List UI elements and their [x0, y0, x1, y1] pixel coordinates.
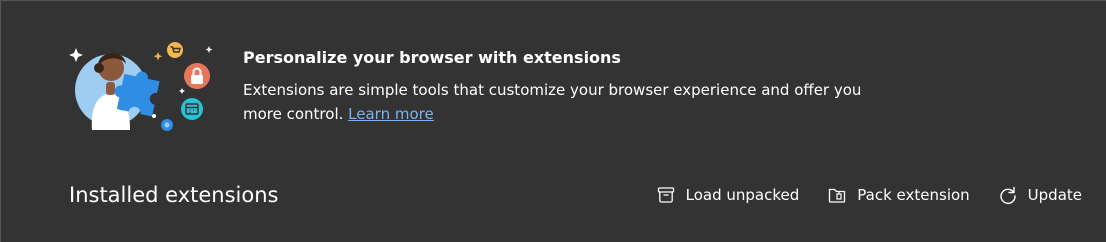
promo-description: Extensions are simple tools that customi… — [243, 78, 903, 126]
promo-description-text: Extensions are simple tools that customi… — [243, 81, 862, 123]
pack-extension-button[interactable]: Pack extension — [827, 182, 970, 208]
pack-extension-icon — [827, 185, 847, 205]
extensions-promo-banner: Personalize your browser with extensions… — [0, 0, 1106, 150]
update-icon — [998, 185, 1018, 205]
sparkle-icon — [69, 48, 83, 62]
update-label: Update — [1027, 186, 1082, 204]
load-unpacked-button[interactable]: Load unpacked — [656, 182, 800, 208]
load-unpacked-label: Load unpacked — [685, 186, 800, 204]
promo-text-block: Personalize your browser with extensions… — [243, 46, 903, 126]
update-button[interactable]: Update — [998, 182, 1082, 208]
section-title: Installed extensions — [69, 183, 279, 207]
promo-title: Personalize your browser with extensions — [243, 48, 621, 67]
load-unpacked-icon — [656, 185, 676, 205]
pack-extension-label: Pack extension — [857, 186, 970, 204]
extension-actions: Load unpacked Pack extension Update — [656, 182, 1082, 208]
installed-extensions-header: Installed extensions Load unpacked Pack — [0, 172, 1106, 216]
extensions-illustration — [66, 38, 220, 138]
learn-more-link[interactable]: Learn more — [348, 105, 434, 123]
